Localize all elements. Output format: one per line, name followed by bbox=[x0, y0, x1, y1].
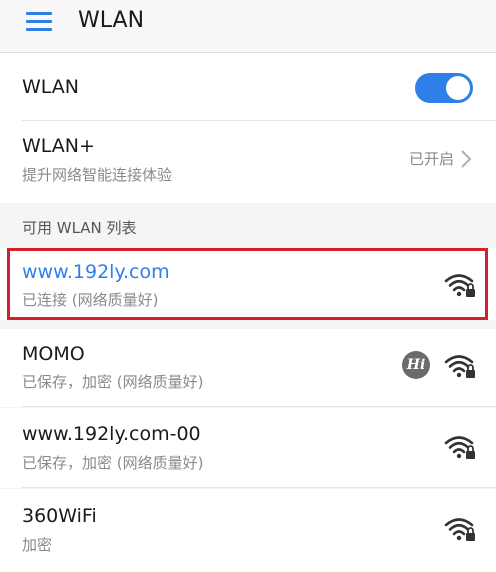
network-name: www.192ly.com bbox=[22, 261, 170, 283]
network-status: 已保存，加密 (网络质量好) bbox=[22, 373, 204, 391]
menu-icon[interactable] bbox=[26, 12, 52, 32]
network-item[interactable]: www.192ly.com-00 已保存，加密 (网络质量好) bbox=[0, 408, 496, 488]
wlan-plus-status: 已开启 bbox=[408, 150, 454, 168]
toggle-knob bbox=[446, 76, 470, 100]
wlan-settings-screen: WLAN WLAN WLAN+ 提升网络智能连接体验 已开启 可用 WLAN 列… bbox=[0, 0, 496, 572]
network-name: www.192ly.com-00 bbox=[22, 423, 201, 445]
wifi-lock-icon bbox=[444, 436, 475, 459]
wlan-plus-description: 提升网络智能连接体验 bbox=[22, 166, 173, 184]
network-status: 已保存，加密 (网络质量好) bbox=[22, 454, 204, 472]
network-name: 360WiFi bbox=[22, 505, 97, 527]
network-name: MOMO bbox=[22, 343, 85, 365]
wlan-plus-label: WLAN+ bbox=[22, 135, 95, 157]
chevron-right-icon bbox=[461, 150, 472, 168]
hilink-icon: Hi bbox=[402, 351, 430, 379]
wlan-toggle-row[interactable]: WLAN bbox=[0, 53, 496, 121]
network-status: 已连接 (网络质量好) bbox=[22, 291, 159, 309]
wifi-lock-icon bbox=[444, 274, 475, 297]
network-item[interactable]: MOMO 已保存，加密 (网络质量好) Hi bbox=[0, 329, 496, 407]
available-networks-header: 可用 WLAN 列表 bbox=[22, 219, 137, 237]
wlan-toggle-label: WLAN bbox=[22, 76, 80, 98]
network-status: 加密 bbox=[22, 536, 53, 554]
network-item-connected[interactable]: www.192ly.com 已连接 (网络质量好) bbox=[0, 248, 496, 320]
divider bbox=[22, 487, 496, 488]
app-bar: WLAN bbox=[0, 0, 496, 53]
wifi-lock-icon bbox=[444, 518, 475, 541]
network-item[interactable]: 360WiFi 加密 bbox=[0, 489, 496, 572]
wifi-lock-icon bbox=[444, 355, 475, 378]
wlan-toggle-switch[interactable] bbox=[415, 73, 473, 103]
wlan-plus-row[interactable]: WLAN+ 提升网络智能连接体验 已开启 bbox=[0, 121, 496, 203]
page-title: WLAN bbox=[78, 8, 145, 33]
divider bbox=[22, 406, 496, 407]
